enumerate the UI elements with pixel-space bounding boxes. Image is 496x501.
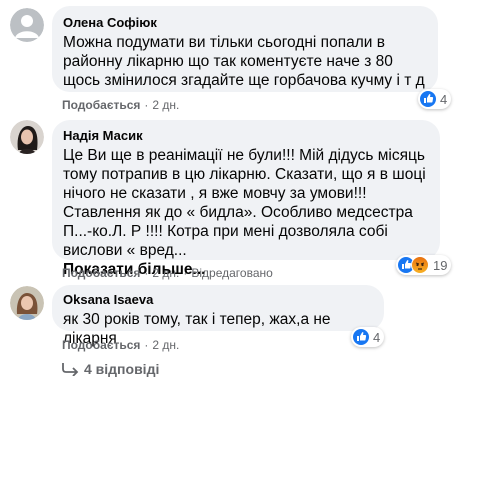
comment-actions: Подобається · 2 дн. [62,338,179,352]
like-icon [420,91,436,107]
reaction-count: 4 [373,329,381,345]
comment-text: Можна подумати ви тільки сьогодні попали… [63,34,425,89]
replies-label: 4 відповіді [84,361,160,377]
reply-arrow-icon [62,362,80,377]
comment-bubble: Oksana Isaeva як 30 років тому, так і те… [52,285,384,347]
comment-author[interactable]: Надія Масик [63,128,428,144]
like-icon [353,329,369,345]
comment-bubble: Надія Масик Це Ви ще в реанімації не бул… [52,120,440,278]
view-replies-link[interactable]: 4 відповіді [62,361,159,377]
avatar-default[interactable] [10,8,44,42]
comment-author[interactable]: Oksana Isaeva [63,292,372,308]
reaction-summary[interactable]: 19 [396,255,452,275]
comment-actions: Подобається · 2 дн. [62,98,179,112]
edited-label[interactable]: Відредаговано [191,266,272,280]
comment-time[interactable]: 2 дн. [152,266,179,280]
comment-time[interactable]: 2 дн. [152,98,179,112]
like-button[interactable]: Подобається [62,338,140,352]
reaction-count: 19 [433,257,448,273]
comment-text: Це Ви ще в реанімації не були!!! Мій дід… [63,147,426,259]
separator-dot: · [144,98,149,112]
angry-icon [411,256,429,274]
separator-dot: · [144,266,149,280]
comment-author[interactable]: Олена Софіюк [63,15,426,31]
avatar-photo[interactable] [10,286,44,320]
reaction-summary[interactable]: 4 [418,89,452,109]
reaction-summary[interactable]: 4 [351,327,385,347]
comment-bubble: Олена Софіюк Можна подумати ви тільки сь… [52,6,438,92]
like-button[interactable]: Подобається [62,98,140,112]
reaction-count: 4 [440,91,448,107]
comment-time[interactable]: 2 дн. [152,338,179,352]
avatar-photo[interactable] [10,120,44,154]
like-button[interactable]: Подобається [62,266,140,280]
separator-dot: · [183,266,188,280]
comment-actions: Подобається · 2 дн. · Відредаговано [62,266,273,280]
separator-dot: · [144,338,149,352]
